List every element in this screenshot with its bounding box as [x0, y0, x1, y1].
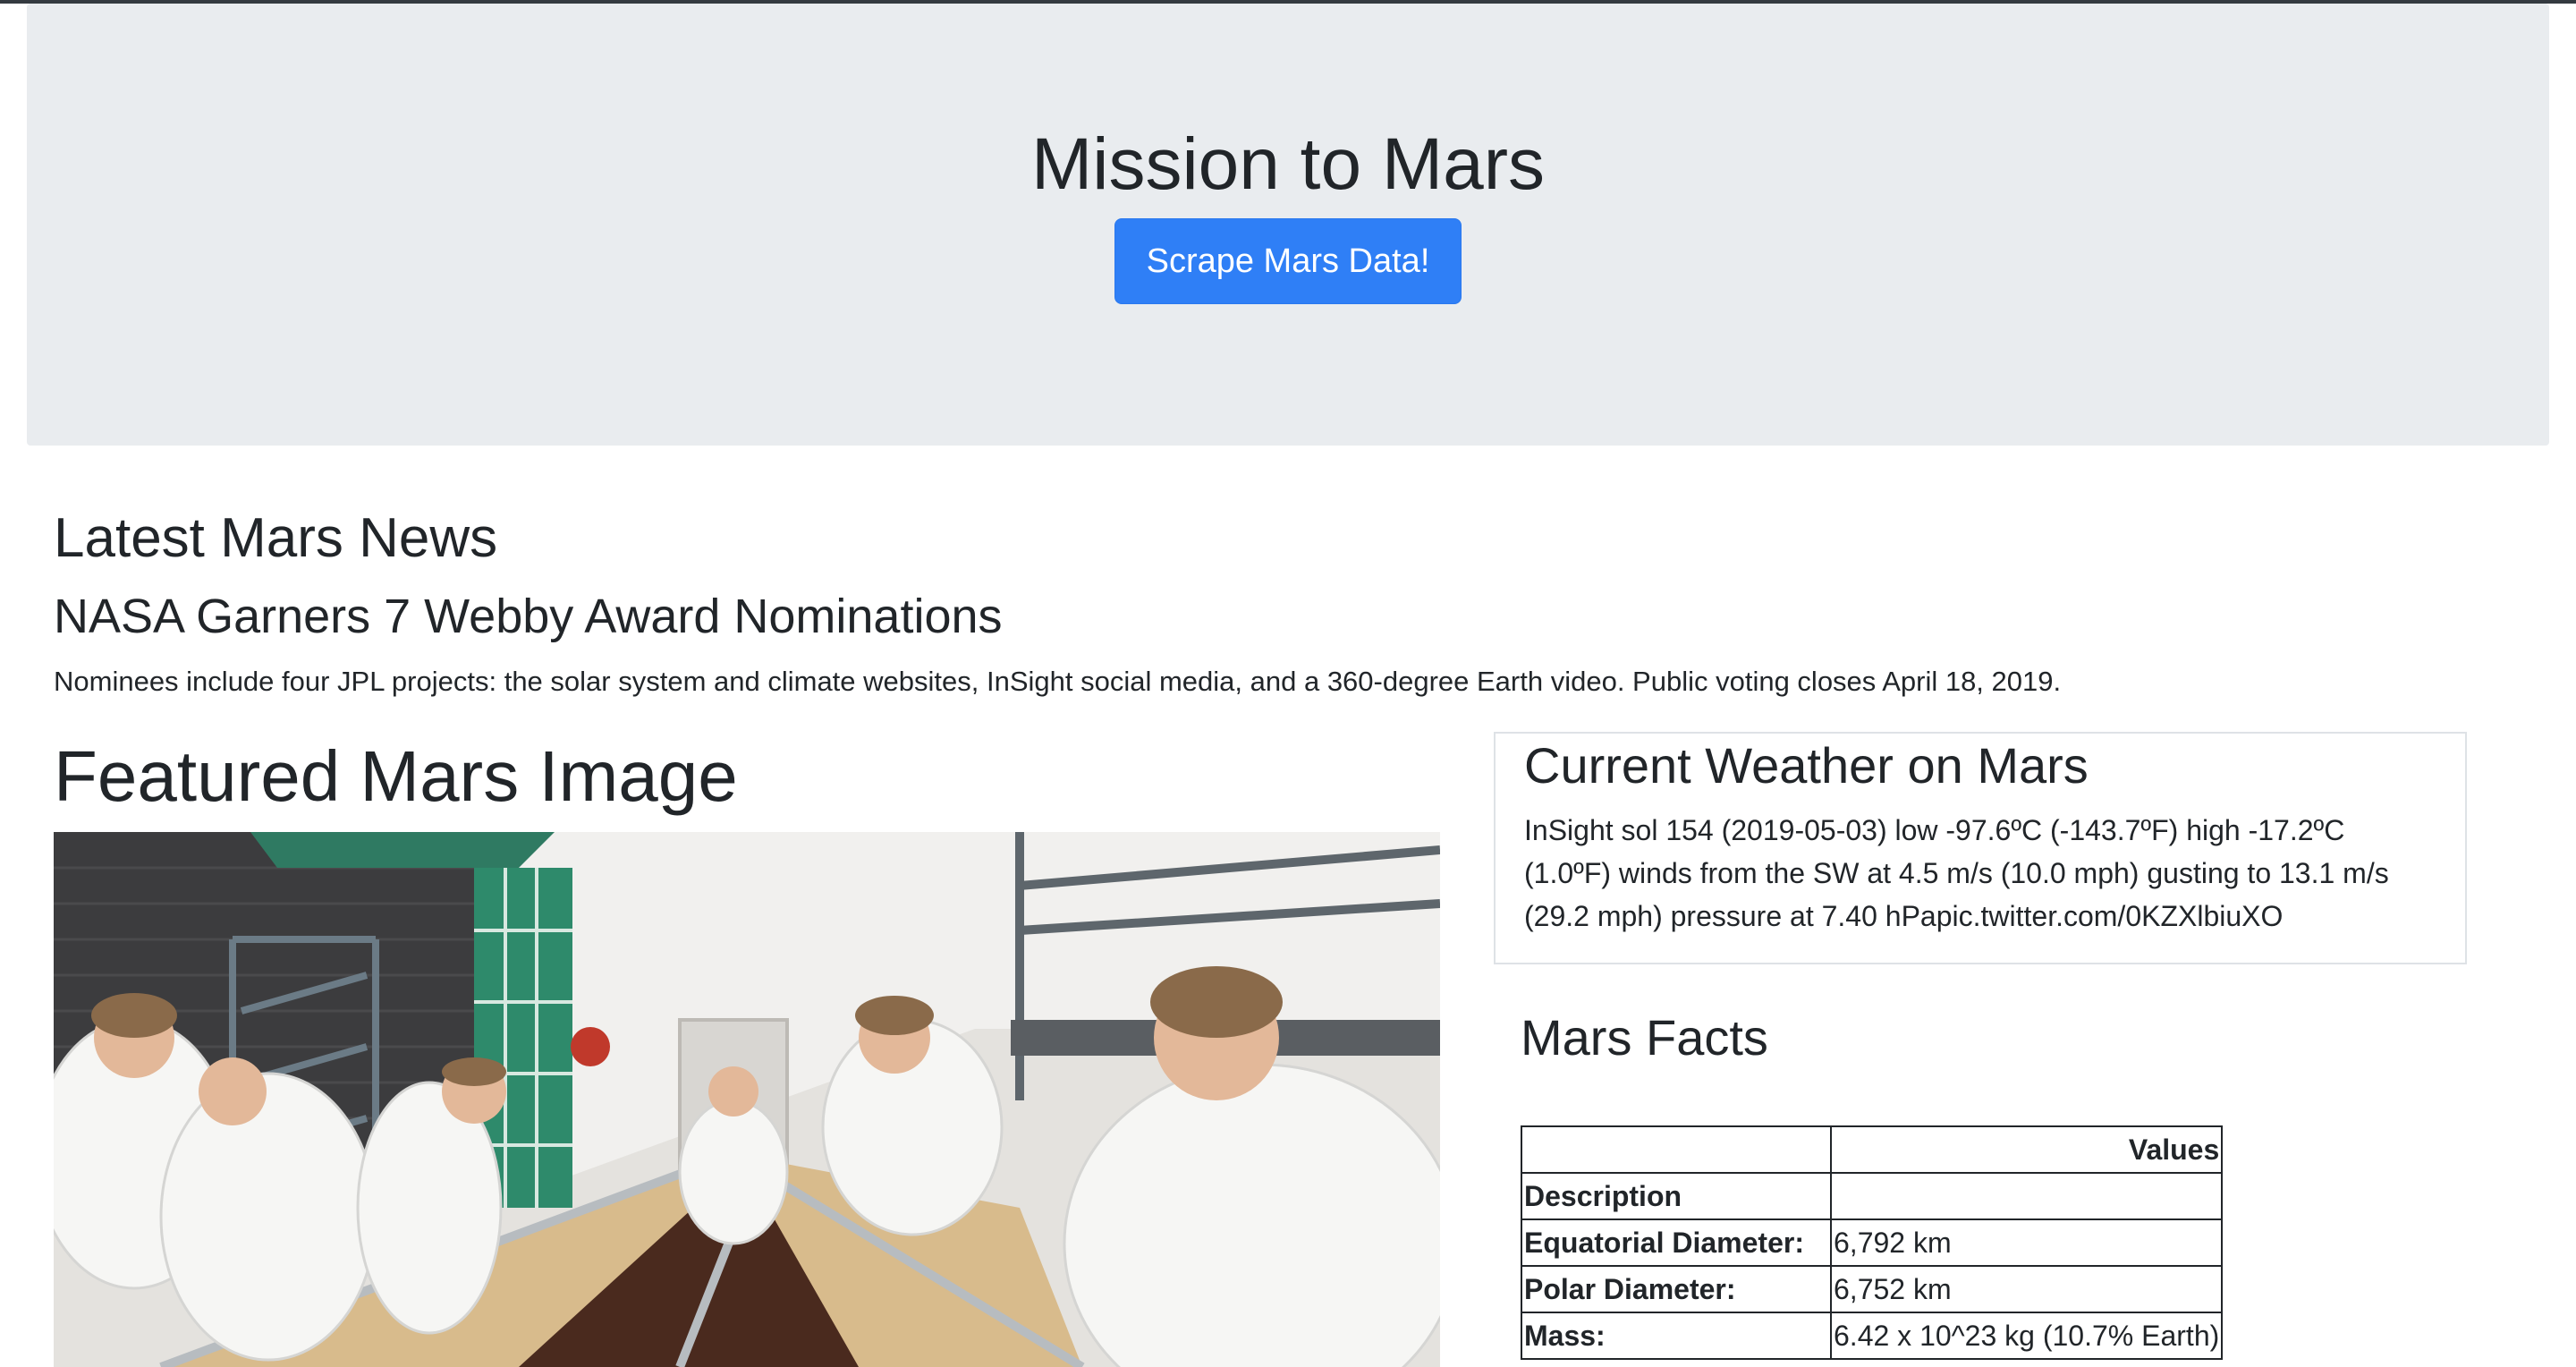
weather-text: InSight sol 154 (2019-05-03) low -97.6ºC…: [1524, 814, 2389, 932]
table-row: Polar Diameter: 6,752 km: [1521, 1265, 2224, 1313]
news-title: NASA Garners 7 Webby Award Nominations: [54, 590, 1003, 643]
featured-image-heading: Featured Mars Image: [54, 736, 738, 816]
weather-heading: Current Weather on Mars: [1524, 737, 2089, 794]
news-heading: Latest Mars News: [54, 507, 498, 569]
facts-header-row: Values: [1521, 1125, 2224, 1174]
page-title: Mission to Mars: [1030, 123, 1546, 205]
news-teaser: Nominees include four JPL projects: the …: [54, 666, 2062, 697]
facts-heading: Mars Facts: [1521, 1009, 1768, 1066]
facts-description-blank: [1829, 1172, 2224, 1220]
table-row: Equatorial Diameter: 6,792 km: [1521, 1218, 2224, 1267]
weather-card: Current Weather on Mars InSight sol 154 …: [1494, 732, 2467, 964]
fact-value: 6,752 km: [1829, 1265, 2224, 1313]
facts-description-row: Description: [1521, 1172, 2224, 1220]
jumbotron: Mission to Mars Scrape Mars Data!: [27, 4, 2549, 446]
facts-header-values: Values: [1829, 1125, 2224, 1174]
fact-label: Polar Diameter:: [1521, 1265, 1832, 1313]
fact-value: 6.42 x 10^23 kg (10.7% Earth): [1829, 1312, 2224, 1360]
fact-label: Mass:: [1521, 1312, 1832, 1360]
facts-header-description: Description: [1521, 1172, 1832, 1220]
facts-table: Values Description Equatorial Diameter: …: [1521, 1125, 2224, 1360]
table-row: Mass: 6.42 x 10^23 kg (10.7% Earth): [1521, 1312, 2224, 1360]
fact-value: 6,792 km: [1829, 1218, 2224, 1267]
scrape-button[interactable]: Scrape Mars Data!: [1114, 218, 1462, 304]
facts-header-blank: [1521, 1125, 1832, 1174]
fact-label: Equatorial Diameter:: [1521, 1218, 1832, 1267]
featured-image: [54, 832, 1440, 1367]
